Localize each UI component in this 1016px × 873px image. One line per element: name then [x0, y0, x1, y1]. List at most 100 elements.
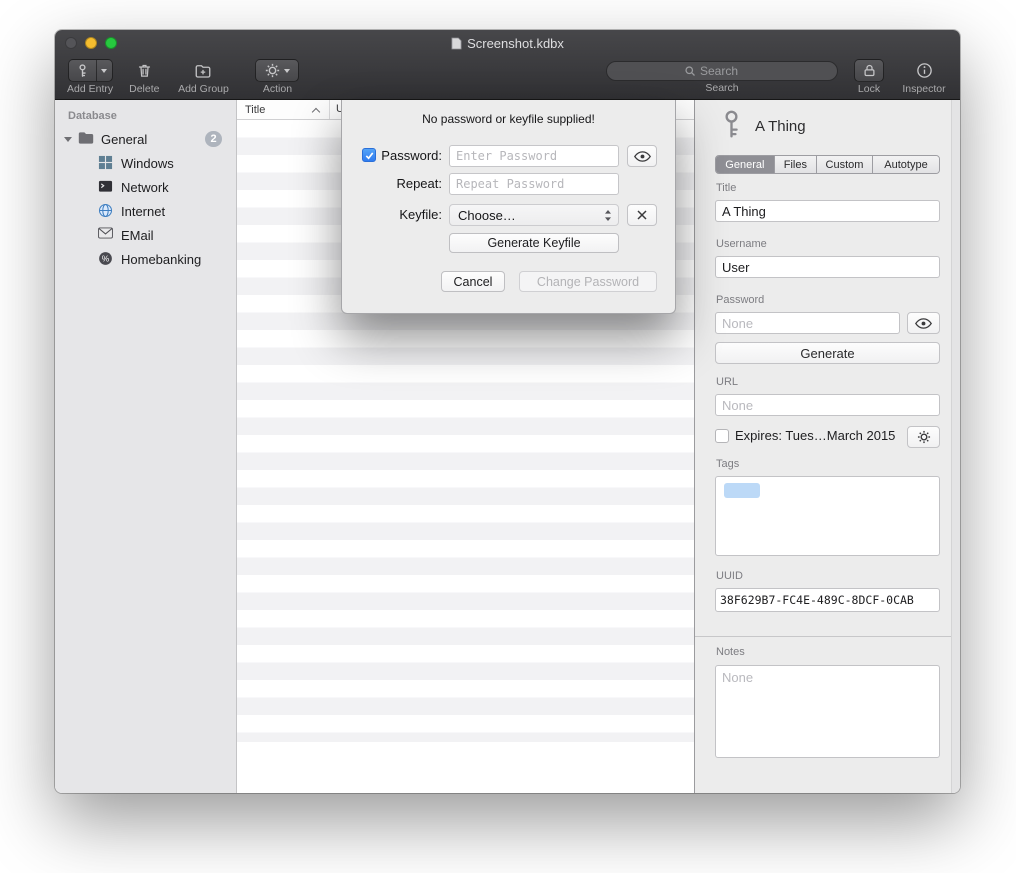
- generate-keyfile-button[interactable]: Generate Keyfile: [449, 233, 619, 253]
- expires-row: Expires: Tues…March 2015: [715, 428, 895, 443]
- disclosure-triangle-icon[interactable]: [64, 137, 72, 142]
- sidebar-item-email[interactable]: EMail: [55, 223, 236, 247]
- popup-stepper-icon: [604, 209, 612, 222]
- document-icon: [451, 37, 462, 50]
- repeat-password-input[interactable]: [449, 173, 619, 195]
- keyfile-label: Keyfile:: [378, 207, 442, 222]
- lock-icon: [862, 63, 877, 78]
- homebanking-icon: %: [98, 251, 114, 267]
- reveal-password-button[interactable]: [627, 145, 657, 167]
- close-button[interactable]: [65, 37, 77, 49]
- column-divider[interactable]: [329, 100, 330, 119]
- entry-title: A Thing: [755, 118, 806, 135]
- sidebar: Database General 2 Windows Network: [55, 100, 237, 793]
- search-input[interactable]: [700, 64, 760, 78]
- close-x-icon: [636, 209, 648, 221]
- url-field[interactable]: [715, 394, 940, 416]
- eye-icon: [915, 318, 932, 329]
- password-field-label: Password: [716, 294, 764, 306]
- add-entry-button[interactable]: [68, 59, 113, 82]
- inspector-scrollbar[interactable]: [951, 100, 960, 793]
- sidebar-item-internet[interactable]: Internet: [55, 199, 236, 223]
- tags-label: Tags: [716, 458, 739, 470]
- gear-icon: [917, 430, 931, 444]
- username-field-label: Username: [716, 238, 767, 250]
- inspector-button[interactable]: [900, 59, 948, 82]
- repeat-label: Repeat:: [378, 176, 442, 191]
- sheet-message: No password or keyfile supplied!: [342, 112, 675, 126]
- sidebar-item-general[interactable]: General 2: [55, 127, 236, 151]
- add-group-item: Add Group: [175, 59, 231, 95]
- action-label: Action: [263, 84, 292, 95]
- password-field[interactable]: [715, 312, 900, 334]
- minimize-button[interactable]: [85, 37, 97, 49]
- window-title: Screenshot.kdbx: [451, 36, 564, 51]
- titlebar: Screenshot.kdbx: [55, 30, 960, 56]
- checkmark-icon: [364, 150, 375, 161]
- gear-icon: [265, 63, 280, 78]
- tab-files[interactable]: Files: [775, 156, 817, 173]
- windows-icon: [98, 155, 114, 171]
- title-field[interactable]: [715, 200, 940, 222]
- tag-token[interactable]: [724, 483, 760, 498]
- action-button[interactable]: [255, 59, 299, 82]
- uuid-field[interactable]: [715, 588, 940, 612]
- notes-label: Notes: [716, 646, 745, 658]
- password-label: Password:: [378, 148, 442, 163]
- reveal-password-button[interactable]: [907, 312, 940, 334]
- delete-button[interactable]: [129, 59, 159, 82]
- search-field[interactable]: [606, 61, 838, 81]
- keyfile-value: Choose…: [458, 208, 516, 223]
- chevron-down-icon: [284, 69, 290, 73]
- search-item: Search: [606, 59, 838, 94]
- search-icon: [684, 65, 696, 77]
- chevron-down-icon: [101, 69, 107, 73]
- folder-icon: [78, 131, 94, 147]
- lock-label: Lock: [858, 84, 880, 95]
- password-checkbox[interactable]: [362, 148, 376, 162]
- info-icon: [916, 62, 933, 79]
- notes-field[interactable]: [715, 665, 940, 758]
- expires-settings-button[interactable]: [907, 426, 940, 448]
- group-label: Internet: [121, 204, 165, 219]
- lock-button[interactable]: [854, 59, 884, 82]
- add-entry-menu-arrow[interactable]: [97, 60, 112, 81]
- eye-icon: [634, 151, 651, 162]
- keyfile-popup[interactable]: Choose…: [449, 204, 619, 226]
- generate-password-button[interactable]: Generate: [715, 342, 940, 364]
- sidebar-item-windows[interactable]: Windows: [55, 151, 236, 175]
- svg-text:%: %: [102, 254, 110, 264]
- password-input[interactable]: [449, 145, 619, 167]
- traffic-lights: [65, 37, 117, 49]
- sidebar-item-network[interactable]: Network: [55, 175, 236, 199]
- column-header-title[interactable]: Title: [237, 104, 265, 116]
- group-label: Network: [121, 180, 169, 195]
- group-label: Windows: [121, 156, 174, 171]
- email-icon: [98, 227, 114, 243]
- url-field-label: URL: [716, 376, 738, 388]
- zoom-button[interactable]: [105, 37, 117, 49]
- username-field[interactable]: [715, 256, 940, 278]
- expires-checkbox[interactable]: [715, 429, 729, 443]
- tab-autotype[interactable]: Autotype: [873, 156, 939, 173]
- sidebar-header: Database: [55, 106, 236, 127]
- cancel-button[interactable]: Cancel: [441, 271, 505, 292]
- tab-general[interactable]: General: [716, 156, 775, 173]
- add-group-button[interactable]: [175, 59, 231, 82]
- app-window: Screenshot.kdbx Add Entry Delete: [55, 30, 960, 793]
- tab-custom[interactable]: Custom: [817, 156, 873, 173]
- title-field-label: Title: [716, 182, 736, 194]
- search-label: Search: [705, 83, 738, 94]
- count-badge: 2: [205, 131, 222, 147]
- tags-box[interactable]: [715, 476, 940, 556]
- password-sheet: No password or keyfile supplied! Passwor…: [341, 100, 676, 314]
- change-password-button[interactable]: Change Password: [519, 271, 657, 292]
- add-entry-item: Add Entry: [67, 59, 113, 95]
- inspector-tabs: General Files Custom Autotype: [715, 155, 940, 174]
- notes-separator: [695, 636, 951, 637]
- clear-keyfile-button[interactable]: [627, 204, 657, 226]
- inspector-item: Inspector: [900, 59, 948, 95]
- group-label: General: [101, 132, 147, 147]
- add-group-label: Add Group: [178, 84, 229, 95]
- sidebar-item-homebanking[interactable]: % Homebanking: [55, 247, 236, 271]
